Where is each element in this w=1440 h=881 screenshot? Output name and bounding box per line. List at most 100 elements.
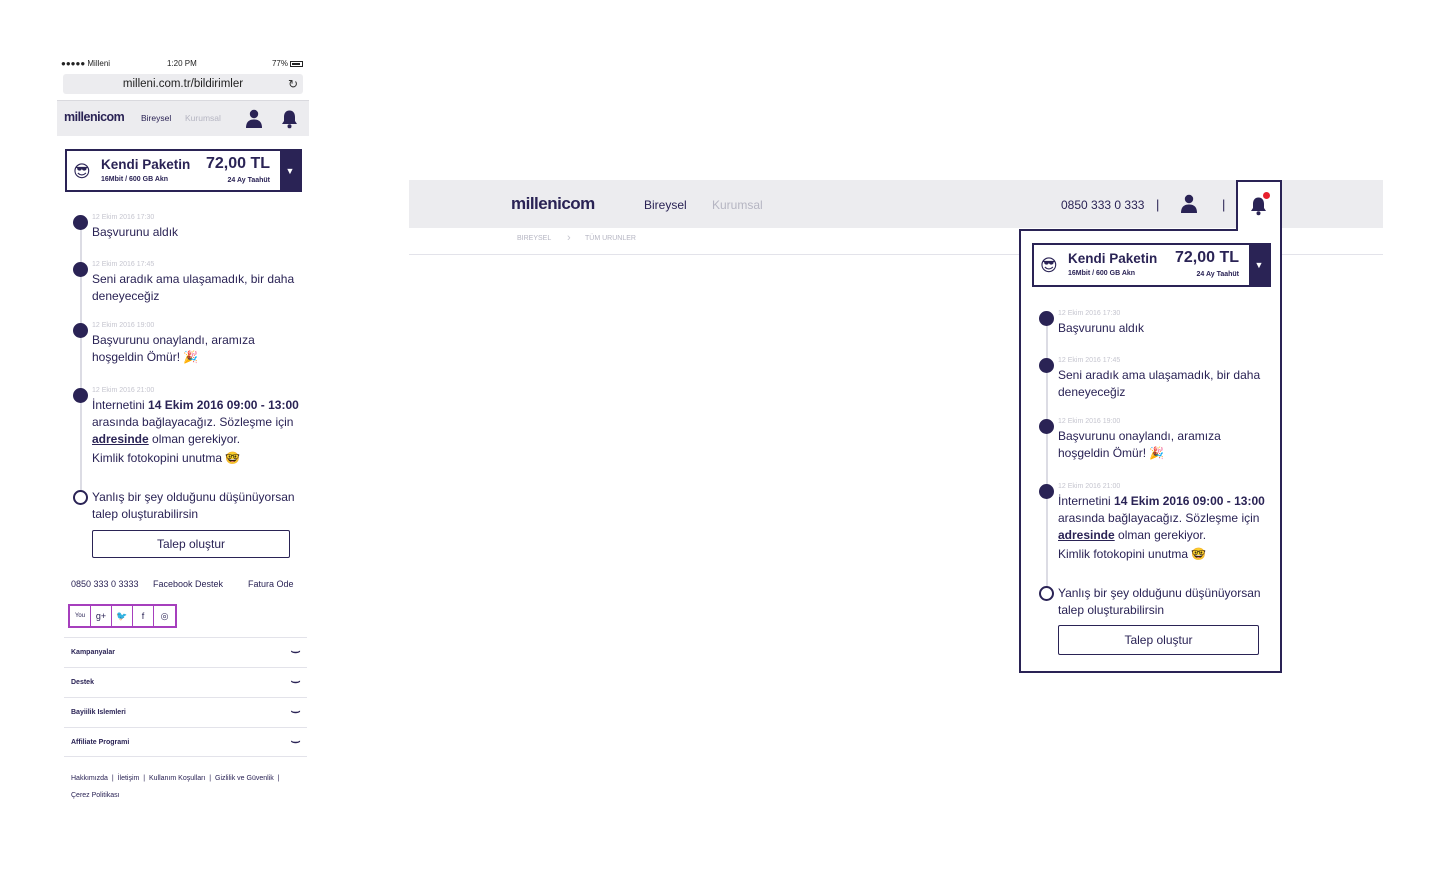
- twitter-icon[interactable]: 🐦: [112, 606, 133, 626]
- nav-personal[interactable]: Bireysel: [644, 198, 687, 212]
- timeline-text-line: Başvurunu onaylandı, aramıza: [1058, 429, 1221, 443]
- chevron-down-icon: ⌣: [290, 736, 301, 748]
- brand-logo[interactable]: millenicom: [511, 194, 595, 214]
- brand-logo[interactable]: millenicom: [64, 110, 125, 124]
- timeline-text-post: olman gerekiyor.: [152, 432, 241, 446]
- invoice-link[interactable]: Fatura Ode: [248, 579, 294, 589]
- footer-link[interactable]: Çerez Politikası: [71, 792, 120, 799]
- package-subtitle: 16Mbit / 600 GB Akn: [1068, 270, 1136, 277]
- notification-badge: [1263, 192, 1270, 199]
- accordion-item[interactable]: Kampanyalar ⌣: [64, 637, 307, 667]
- footer-link[interactable]: Gizlilik ve Güvenlik: [215, 775, 274, 782]
- timeline-text-pre: İnternetini: [92, 398, 145, 412]
- notifications-panel: 😎 Kendi Paketin 16Mbit / 600 GB Akn 72,0…: [1019, 229, 1282, 673]
- timeline-text-line: hoşgeldin Ömür! 🎉: [1058, 446, 1165, 460]
- carrier-label: ●●●●● Milleni: [61, 59, 111, 68]
- phone-link[interactable]: 0850 333 0 3333: [71, 579, 139, 589]
- timeline-item: 12 Ekim 2016 21:00 İnternetini 14 Ekim 2…: [73, 386, 312, 467]
- package-term: 24 Ay Taahüt: [1196, 271, 1239, 278]
- footer-link[interactable]: Hakkımızda: [71, 775, 108, 782]
- footer-accordion: Kampanyalar ⌣ Destek ⌣ Bayiilik Islemleri ⌣…: [64, 637, 307, 757]
- reload-icon[interactable]: ↻: [288, 74, 298, 94]
- accordion-item[interactable]: Bayiilik Islemleri ⌣: [64, 697, 307, 727]
- problem-text: Yanlış bir şey olduğunu düşünüyorsan tal…: [92, 490, 295, 521]
- timeline-item: 12 Ekim 2016 17:30 Başvurunu aldık: [73, 213, 312, 241]
- package-card[interactable]: 😎 Kendi Paketin 16Mbit / 600 GB Akn 72,0…: [65, 149, 302, 192]
- timeline-text: Başvurunu aldık: [1058, 321, 1145, 335]
- timeline-dot: [1039, 419, 1054, 434]
- timeline-dot-empty: [73, 490, 88, 505]
- create-request-button[interactable]: Talep oluştur: [92, 530, 290, 558]
- timeline-text-last: Kimlik fotokopini unutma 🤓: [1058, 547, 1207, 561]
- notifications-tab[interactable]: [1236, 180, 1282, 231]
- bell-icon[interactable]: [1250, 196, 1267, 221]
- timeline-text-line: Başvurunu onaylandı, aramıza: [92, 333, 255, 347]
- timeline-time: 12 Ekim 2016 17:45: [1058, 357, 1121, 364]
- timeline-text: Seni aradık ama ulaşamadık, bir daha den…: [1058, 368, 1261, 399]
- nav-personal[interactable]: Bireysel: [141, 113, 171, 123]
- footer-link[interactable]: İletişim: [118, 775, 140, 782]
- accordion-label: Kampanyalar: [71, 649, 115, 656]
- status-bar: ●●●●● Milleni 1:20 PM 77%: [57, 57, 309, 71]
- package-dropdown-button[interactable]: ▼: [280, 151, 300, 190]
- bell-icon[interactable]: [281, 109, 298, 134]
- timeline-text: İnternetini 14 Ekim 2016 09:00 - 13:00 a…: [1058, 493, 1278, 563]
- timeline-text-mid: arasında bağlayacağız. Sözleşme için: [92, 415, 294, 429]
- timeline-time: 12 Ekim 2016 21:00: [1058, 483, 1121, 490]
- timeline-item: 12 Ekim 2016 21:00 İnternetini 14 Ekim 2…: [1039, 482, 1278, 563]
- timeline-text: İnternetini 14 Ekim 2016 09:00 - 13:00 a…: [92, 397, 312, 467]
- facebook-support-link[interactable]: Facebook Destek: [153, 579, 223, 589]
- accordion-item[interactable]: Affiliate Programi ⌣: [64, 727, 307, 757]
- timeline-dot: [1039, 358, 1054, 373]
- battery-indicator: 77%: [272, 59, 303, 68]
- mobile-mockup: ●●●●● Milleni 1:20 PM 77% milleni.com.tr…: [57, 57, 309, 799]
- separator: |: [1222, 197, 1226, 212]
- breadcrumb-item[interactable]: TÜM URUNLER: [585, 235, 636, 242]
- timeline-text: Seni aradık ama ulaşamadık, bir daha den…: [92, 272, 295, 303]
- timeline-item: 12 Ekim 2016 17:45 Seni aradık ama ulaşa…: [1039, 356, 1278, 401]
- accordion-item[interactable]: Destek ⌣: [64, 667, 307, 697]
- timeline-time: 12 Ekim 2016 17:30: [92, 214, 155, 221]
- package-emoji: 😎: [1040, 256, 1058, 275]
- timeline-text-line: hoşgeldin Ömür! 🎉: [92, 350, 199, 364]
- timeline-date: 14 Ekim 2016 09:00 - 13:00: [1114, 494, 1265, 508]
- facebook-icon[interactable]: f: [133, 606, 154, 626]
- create-request-button[interactable]: Talep oluştur: [1058, 625, 1259, 655]
- timeline-item: 12 Ekim 2016 19:00 Başvurunu onaylandı, …: [73, 321, 312, 366]
- chevron-right-icon: ›: [567, 232, 571, 244]
- timeline-text-mid: arasında bağlayacağız. Sözleşme için: [1058, 511, 1260, 525]
- package-card[interactable]: 😎 Kendi Paketin 16Mbit / 600 GB Akn 72,0…: [1032, 243, 1271, 287]
- url-bar[interactable]: milleni.com.tr/bildirimler ↻: [63, 74, 303, 94]
- nav-corporate[interactable]: Kurumsal: [185, 113, 221, 123]
- address-link[interactable]: adresinde: [92, 432, 149, 446]
- package-dropdown-button[interactable]: ▼: [1249, 245, 1269, 285]
- chevron-down-icon: ▼: [1254, 260, 1264, 270]
- timeline-item: 12 Ekim 2016 19:00 Başvurunu onaylandı, …: [1039, 417, 1278, 462]
- timeline-item: Yanlış bir şey olduğunu düşünüyorsan tal…: [73, 489, 312, 523]
- timeline-dot: [1039, 484, 1054, 499]
- address-link[interactable]: adresinde: [1058, 528, 1115, 542]
- google-plus-icon[interactable]: g+: [91, 606, 112, 626]
- package-subtitle: 16Mbit / 600 GB Akn: [101, 176, 169, 183]
- timeline-time: 12 Ekim 2016 19:00: [1058, 418, 1121, 425]
- package-price: 72,00 TL: [1174, 249, 1239, 266]
- youtube-icon[interactable]: You: [70, 606, 91, 626]
- timeline-text-pre: İnternetini: [1058, 494, 1111, 508]
- user-icon[interactable]: [1181, 194, 1197, 218]
- phone-number[interactable]: 0850 333 0 333: [1061, 198, 1144, 212]
- timeline-item: Yanlış bir şey olduğunu düşünüyorsan tal…: [1039, 585, 1278, 619]
- footer-link[interactable]: Kullanım Koşulları: [149, 775, 205, 782]
- package-name: Kendi Paketin: [101, 157, 191, 172]
- timeline-dot: [73, 262, 88, 277]
- footer-links: Hakkımızda | İletişim | Kullanım Koşulla…: [71, 775, 282, 799]
- nav-corporate[interactable]: Kurumsal: [712, 198, 763, 212]
- package-price: 72,00 TL: [205, 155, 270, 172]
- user-icon[interactable]: [246, 109, 262, 133]
- timeline-text: Başvurunu onaylandı, aramıza hoşgeldin Ö…: [1058, 428, 1278, 462]
- instagram-icon[interactable]: ◎: [154, 606, 175, 626]
- social-links: You g+ 🐦 f ◎: [68, 604, 177, 628]
- separator: |: [1156, 197, 1160, 212]
- package-emoji: 😎: [73, 162, 91, 181]
- breadcrumb-item[interactable]: BIREYSEL: [517, 235, 551, 242]
- timeline-time: 12 Ekim 2016 21:00: [92, 387, 155, 394]
